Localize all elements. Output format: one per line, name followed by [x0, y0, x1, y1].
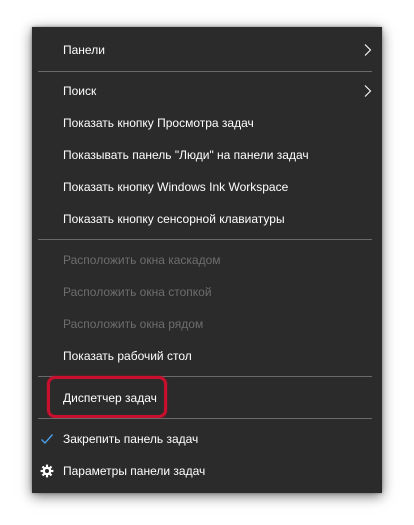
menu-item-label: Расположить окна рядом [63, 317, 204, 331]
menu-separator [38, 71, 372, 72]
menu-separator [38, 418, 372, 419]
menu-item-label: Закрепить панель задач [63, 432, 199, 446]
menu-item-search[interactable]: Поиск [32, 76, 382, 106]
menu-item-cascade-windows: Расположить окна каскадом [32, 245, 382, 275]
menu-item-panels[interactable]: Панели [32, 35, 382, 65]
menu-item-side-by-side-windows: Расположить окна рядом [32, 309, 382, 339]
menu-item-label: Показать кнопку сенсорной клавиатуры [63, 212, 285, 226]
menu-separator [38, 239, 372, 240]
menu-item-show-task-view-button[interactable]: Показать кнопку Просмотра задач [32, 108, 382, 138]
chevron-right-icon [364, 85, 372, 97]
menu-item-show-touch-keyboard-button[interactable]: Показать кнопку сенсорной клавиатуры [32, 204, 382, 234]
gear-icon [40, 464, 54, 478]
menu-item-taskbar-settings[interactable]: Параметры панели задач [32, 456, 382, 486]
menu-item-label: Показывать панель "Люди" на панели задач [63, 148, 309, 162]
checkmark-icon [41, 434, 54, 445]
menu-item-lock-taskbar[interactable]: Закрепить панель задач [32, 424, 382, 454]
menu-item-stack-windows: Расположить окна стопкой [32, 277, 382, 307]
menu-item-label: Расположить окна каскадом [63, 253, 221, 267]
menu-item-label: Расположить окна стопкой [63, 285, 212, 299]
menu-item-label: Показать рабочий стол [63, 349, 192, 363]
menu-item-show-desktop[interactable]: Показать рабочий стол [32, 341, 382, 371]
menu-item-label: Показать кнопку Просмотра задач [63, 116, 254, 130]
menu-item-label: Параметры панели задач [63, 464, 206, 478]
menu-item-show-windows-ink-button[interactable]: Показать кнопку Windows Ink Workspace [32, 172, 382, 202]
taskbar-context-menu: Панели Поиск Показать кнопку Просмотра з… [32, 27, 382, 493]
menu-item-label: Показать кнопку Windows Ink Workspace [63, 180, 289, 194]
menu-item-show-people-panel[interactable]: Показывать панель "Люди" на панели задач [32, 140, 382, 170]
menu-item-label: Поиск [63, 84, 97, 98]
chevron-right-icon [364, 44, 372, 56]
task-manager-highlight-ring [47, 376, 167, 418]
menu-item-label: Панели [63, 43, 105, 57]
